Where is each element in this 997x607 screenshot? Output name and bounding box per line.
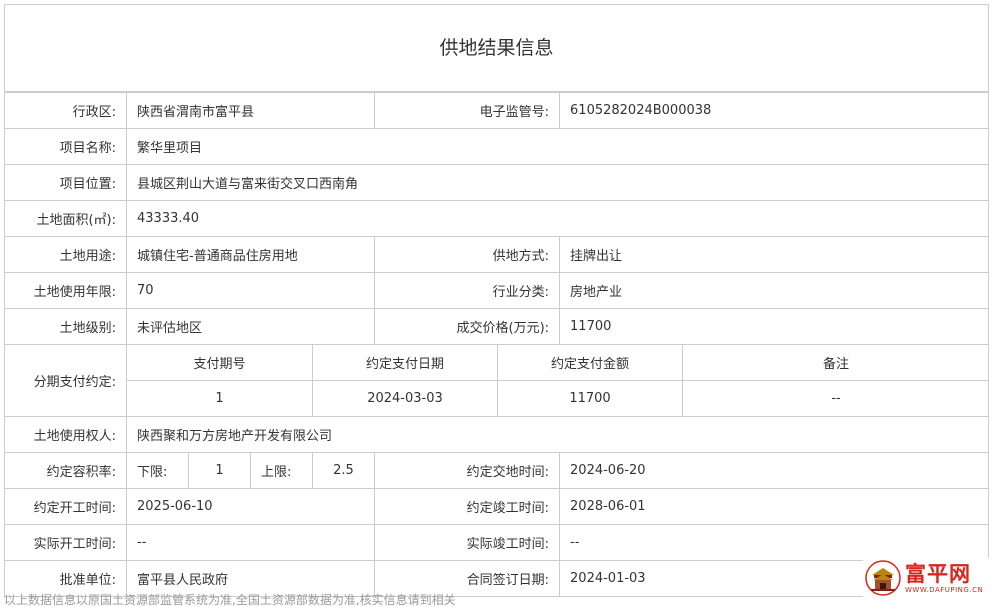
table-row: 实际开工时间: -- 实际竣工时间: -- bbox=[5, 524, 988, 561]
plot-upper-value: 2.5 bbox=[311, 452, 376, 489]
approval-unit-label: 批准单位: bbox=[5, 560, 127, 597]
plot-upper-label: 上限: bbox=[250, 452, 313, 489]
table-row: 土地用途: 城镇住宅-普通商品住房用地 供地方式: 挂牌出让 bbox=[5, 236, 988, 273]
installment-header-date: 约定支付日期 bbox=[311, 344, 499, 381]
supply-method-label: 供地方式: bbox=[374, 236, 561, 273]
land-user-value: 陕西聚和万方房地产开发有限公司 bbox=[125, 416, 988, 453]
land-user-label: 土地使用权人: bbox=[5, 416, 127, 453]
installment-header-amount: 约定支付金额 bbox=[497, 344, 684, 381]
land-level-label: 土地级别: bbox=[5, 308, 127, 345]
agreed-delivery-value: 2024-06-20 bbox=[559, 452, 988, 489]
table-row: 1 2024-03-03 11700 -- bbox=[5, 380, 988, 417]
agreed-delivery-label: 约定交地时间: bbox=[374, 452, 561, 489]
project-name-label: 项目名称: bbox=[5, 128, 127, 165]
plot-lower-label: 下限: bbox=[126, 452, 189, 489]
land-use-label: 土地用途: bbox=[5, 236, 127, 273]
agreed-completion-value: 2028-06-01 bbox=[559, 488, 988, 525]
industry-value: 房地产业 bbox=[559, 272, 988, 309]
installment-remark-value: -- bbox=[682, 380, 988, 417]
city-gate-icon bbox=[865, 560, 901, 596]
bottom-note: 以上数据信息以原国土资源部监管系统为准,全国土资源部数据为准,核实信息请到相关 bbox=[4, 593, 456, 607]
project-location-value: 县城区荆山大道与富来街交叉口西南角 bbox=[125, 164, 988, 201]
actual-completion-label: 实际竣工时间: bbox=[374, 524, 561, 561]
table-row: 批准单位: 富平县人民政府 合同签订日期: 2024-01-03 bbox=[5, 560, 988, 597]
actual-start-label: 实际开工时间: bbox=[5, 524, 127, 561]
table-row: 项目位置: 县城区荆山大道与富来街交叉口西南角 bbox=[5, 164, 988, 201]
supply-method-value: 挂牌出让 bbox=[559, 236, 988, 273]
installment-header-remark: 备注 bbox=[682, 344, 988, 381]
plot-lower-value: 1 bbox=[188, 452, 251, 489]
project-name-value: 繁华里项目 bbox=[125, 128, 988, 165]
actual-completion-value: -- bbox=[559, 524, 988, 561]
table-row: 土地使用权人: 陕西聚和万方房地产开发有限公司 bbox=[5, 416, 988, 453]
deal-price-value: 11700 bbox=[559, 308, 988, 345]
district-value: 陕西省渭南市富平县 bbox=[125, 92, 376, 129]
watermark-site-name: 富平网 bbox=[905, 561, 971, 586]
installment-header-period: 支付期号 bbox=[126, 344, 313, 381]
site-watermark: 富平网 WWW.DAFUPING.CN bbox=[863, 558, 993, 598]
land-info-table: 行政区: 陕西省渭南市富平县 电子监管号: 6105282024B000038 … bbox=[5, 92, 988, 597]
supervision-no-value: 6105282024B000038 bbox=[559, 92, 988, 129]
land-use-value: 城镇住宅-普通商品住房用地 bbox=[125, 236, 376, 273]
supervision-no-label: 电子监管号: bbox=[374, 92, 561, 129]
installment-period-value: 1 bbox=[126, 380, 313, 417]
table-row: 分期支付约定: 支付期号 约定支付日期 约定支付金额 备注 bbox=[5, 344, 988, 417]
installment-date-value: 2024-03-03 bbox=[311, 380, 499, 417]
agreed-completion-label: 约定竣工时间: bbox=[374, 488, 561, 525]
installment-amount-value: 11700 bbox=[497, 380, 684, 417]
use-years-value: 70 bbox=[125, 272, 376, 309]
industry-label: 行业分类: bbox=[374, 272, 561, 309]
approval-unit-value: 富平县人民政府 bbox=[125, 560, 376, 597]
table-row: 行政区: 陕西省渭南市富平县 电子监管号: 6105282024B000038 bbox=[5, 92, 988, 129]
actual-start-value: -- bbox=[125, 524, 376, 561]
table-row: 土地面积(㎡): 43333.40 bbox=[5, 200, 988, 237]
land-supply-result-panel: 供地结果信息 行政区: 陕西省渭南市富平县 电子监管号: 6105282024B… bbox=[4, 4, 989, 598]
agreed-start-label: 约定开工时间: bbox=[5, 488, 127, 525]
land-area-value: 43333.40 bbox=[125, 200, 988, 237]
agreed-start-value: 2025-06-10 bbox=[125, 488, 376, 525]
plot-ratio-label: 约定容积率: bbox=[5, 452, 127, 489]
table-row: 项目名称: 繁华里项目 bbox=[5, 128, 988, 165]
deal-price-label: 成交价格(万元): bbox=[374, 308, 561, 345]
page-title: 供地结果信息 bbox=[5, 5, 988, 92]
table-row: 土地使用年限: 70 行业分类: 房地产业 bbox=[5, 272, 988, 309]
district-label: 行政区: bbox=[5, 92, 127, 129]
watermark-domain: WWW.DAFUPING.CN bbox=[905, 585, 984, 594]
table-row: 约定容积率: 下限: 1 上限: 2.5 约定交地时间: 2024-06-20 bbox=[5, 452, 988, 489]
table-row: 土地级别: 未评估地区 成交价格(万元): 11700 bbox=[5, 308, 988, 345]
table-row: 约定开工时间: 2025-06-10 约定竣工时间: 2028-06-01 bbox=[5, 488, 988, 525]
project-location-label: 项目位置: bbox=[5, 164, 127, 201]
land-level-value: 未评估地区 bbox=[125, 308, 376, 345]
use-years-label: 土地使用年限: bbox=[5, 272, 127, 309]
installment-label: 分期支付约定: bbox=[5, 344, 127, 417]
contract-date-label: 合同签订日期: bbox=[374, 560, 561, 597]
land-area-label: 土地面积(㎡): bbox=[5, 200, 127, 237]
